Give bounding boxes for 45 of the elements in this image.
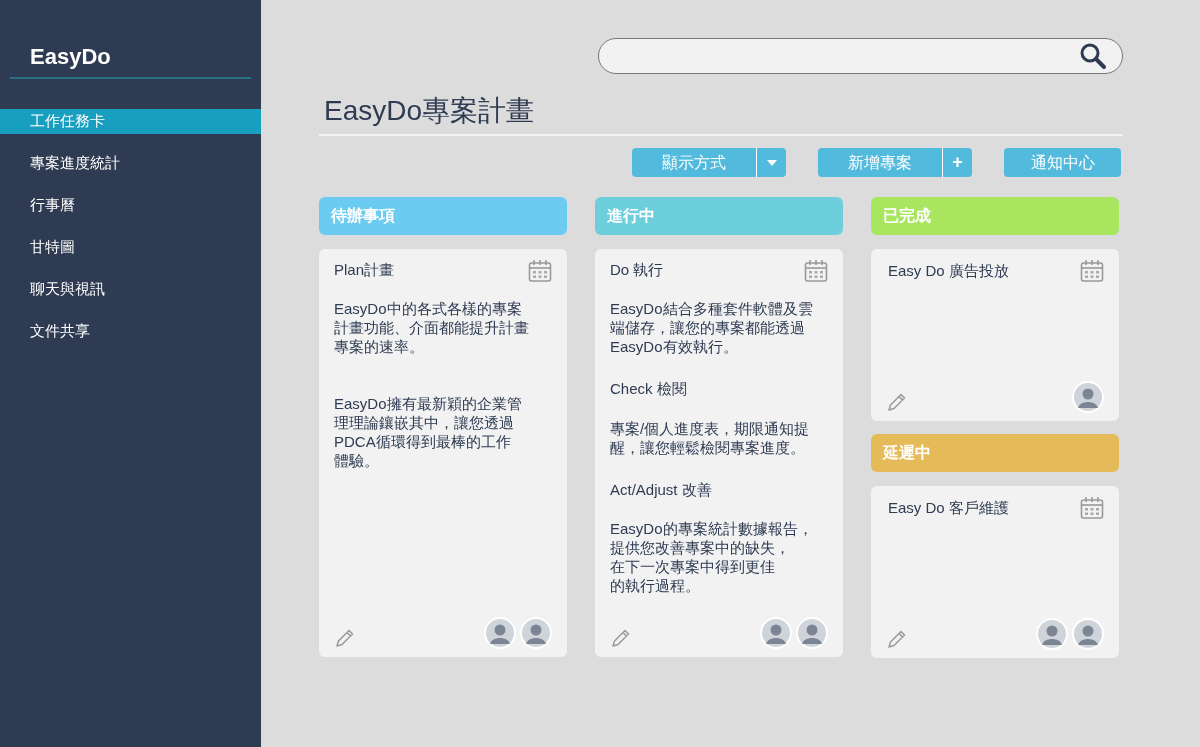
dropdown-button[interactable] [756, 148, 786, 177]
card-description: EasyDo中的各式各樣的專案 計畫功能、介面都能提升計畫 專案的速率。 [334, 299, 530, 356]
sidebar-item[interactable]: 甘特圖 [0, 235, 261, 260]
column-header: 待辦事項 [319, 197, 567, 235]
avatar [1036, 618, 1068, 650]
section-heading: Act/Adjust 改善 [610, 479, 713, 500]
sidebar-item[interactable]: 聊天與視訊 [0, 277, 261, 302]
task-card[interactable]: Easy Do 客戶維護 [871, 486, 1119, 658]
caret-icon [766, 159, 777, 166]
edit-icon[interactable] [886, 628, 908, 650]
card-description: 專案/個人進度表，期限通知提 醒，讓您輕鬆檢閱專案進度。 [610, 418, 811, 457]
search-icon [1079, 42, 1107, 70]
avatar [484, 617, 516, 649]
card-description: EasyDo的專案統計數據報告， 提供您改善專案中的缺失， 在下一次專案中得到更佳 的執行過程。 [610, 519, 814, 595]
column-header: 進行中 [595, 197, 843, 235]
calendar-icon [804, 259, 828, 283]
column-header: 已完成 [871, 197, 1119, 235]
task-card[interactable]: Plan計畫 EasyDo中的各式各樣的專案 計畫功能、介面都能提升計畫 專案的速率。 EasyDo擁有最新穎的企業管 理理論鑲嵌其中，讓您透過 PDCA循環得到最棒的工作 體驗。 [319, 249, 567, 657]
avatar [1072, 381, 1104, 413]
column-header: 延遲中 [871, 434, 1119, 472]
edit-icon[interactable] [886, 391, 908, 413]
card-title: Easy Do 廣告投放 [887, 261, 1009, 281]
card-title: Do 執行 [610, 260, 664, 280]
calendar-icon [528, 259, 552, 283]
calendar-icon [1080, 259, 1104, 283]
avatar [796, 617, 828, 649]
task-card[interactable]: Do 執行 EasyDo結合多種套件軟體及雲 端儲存，讓您的專案都能透過 EasyDo有效執行。 Check 檢閱 專案/個人進度表，期限通知提 醒，讓您輕鬆檢閱專案進度。 Act/Adjust 改善 EasyDo的專案統計數據報告， 提供您改善專案中的缺失， 在下一次專案中得到更佳 的執行過程。 [595, 249, 843, 657]
section-heading: Check 檢閱 [610, 379, 688, 399]
sidebar-item[interactable]: 行事曆 [0, 193, 261, 218]
avatar [520, 617, 552, 649]
task-card[interactable]: Easy Do 廣告投放 [871, 249, 1119, 421]
avatar [760, 617, 792, 649]
search-field[interactable] [598, 38, 1123, 74]
card-description: EasyDo結合多種套件軟體及雲 端儲存，讓您的專案都能透過 EasyDo有效執行。 [610, 299, 814, 356]
sidebar-item[interactable]: 專案進度統計 [0, 151, 261, 176]
avatar [1072, 618, 1104, 650]
edit-icon[interactable] [610, 627, 632, 649]
page-title: EasyDo專案計畫 [324, 94, 536, 128]
edit-icon[interactable] [334, 627, 356, 649]
card-title: Easy Do 客戶維護 [887, 498, 1009, 518]
card-description: EasyDo擁有最新穎的企業管 理理論鑲嵌其中，讓您透過 PDCA循環得到最棒的工作 體驗。 [334, 394, 523, 470]
card-title: Plan計畫 [334, 260, 395, 280]
sidebar-item[interactable]: 文件共享 [0, 319, 261, 344]
calendar-icon [1080, 496, 1104, 520]
app-logo: EasyDo [30, 44, 111, 69]
